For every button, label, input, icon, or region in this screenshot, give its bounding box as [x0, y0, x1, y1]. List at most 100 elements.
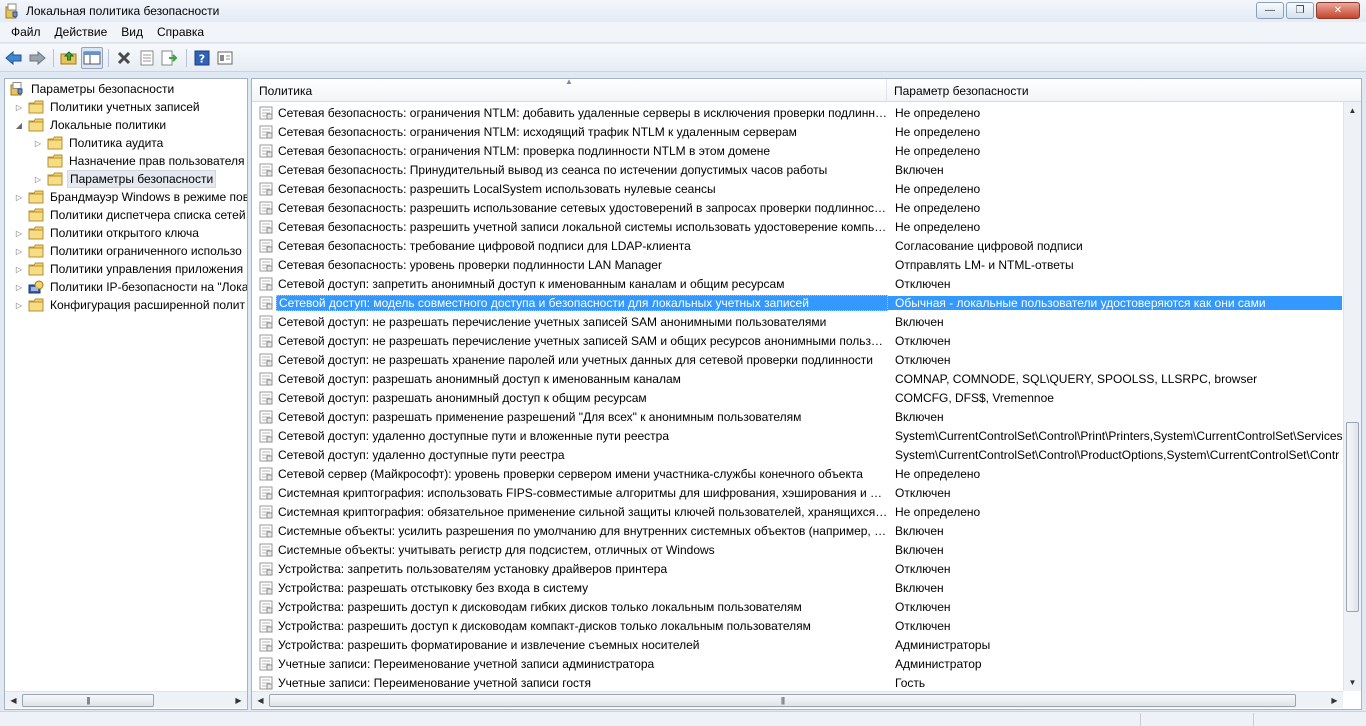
policy-icon	[252, 106, 276, 120]
delete-icon[interactable]	[113, 47, 135, 69]
column-header-policy[interactable]: ▲ Политика	[252, 79, 887, 102]
policy-name: Сетевой доступ: разрешать применение раз…	[278, 409, 802, 424]
table-row[interactable]: Сетевой доступ: разрешать применение раз…	[252, 407, 1342, 426]
table-row[interactable]: Сетевой доступ: разрешать анонимный дост…	[252, 369, 1342, 388]
scroll-right-arrow-icon[interactable]: ▶	[1326, 692, 1343, 709]
back-arrow-icon[interactable]	[3, 47, 25, 69]
export-icon[interactable]	[159, 47, 181, 69]
policy-setting: Отключен	[895, 276, 951, 291]
table-row[interactable]: Устройства: запретить пользователям уста…	[252, 559, 1342, 578]
expand-arrow-icon[interactable]: ▷	[14, 300, 24, 310]
expand-arrow-icon[interactable]: ▷	[33, 138, 43, 148]
policy-list-pane[interactable]: ▲ Политика Параметр безопасности Сетевая…	[251, 78, 1362, 710]
no-expander	[33, 156, 43, 166]
tree-item[interactable]: Параметры безопасности	[9, 80, 176, 98]
minimize-button[interactable]: —	[1256, 2, 1284, 19]
table-row[interactable]: Сетевая безопасность: Принудительный выв…	[252, 160, 1342, 179]
tree-item[interactable]: ▷ Параметры безопасности	[33, 170, 217, 188]
table-row[interactable]: Системная криптография: обязательное при…	[252, 502, 1342, 521]
up-folder-icon[interactable]	[58, 47, 80, 69]
table-row[interactable]: Сетевой доступ: удаленно доступные пути …	[252, 426, 1342, 445]
expand-arrow-icon[interactable]: ▷	[14, 282, 24, 292]
scroll-thumb[interactable]	[1346, 422, 1359, 612]
tree-item[interactable]: Политики диспетчера списка сетей	[14, 206, 247, 224]
scroll-down-arrow-icon[interactable]: ▼	[1344, 674, 1361, 691]
expand-arrow-icon[interactable]: ▷	[14, 264, 24, 274]
tree-pane[interactable]: Параметры безопасности ▷ Политики учетных …	[4, 78, 248, 710]
table-row[interactable]: Сетевой доступ: удаленно доступные пути …	[252, 445, 1342, 464]
show-hide-tree-icon[interactable]	[81, 46, 103, 69]
scroll-up-arrow-icon[interactable]: ▲	[1344, 102, 1361, 119]
table-row[interactable]: Сетевая безопасность: ограничения NTLM: …	[252, 122, 1342, 141]
menu-action[interactable]: Действие	[48, 22, 115, 42]
forward-arrow-icon[interactable]	[26, 47, 48, 69]
policy-name: Сетевой доступ: не разрешать перечислени…	[278, 314, 827, 329]
expand-arrow-icon[interactable]: ▷	[33, 174, 43, 184]
policy-setting: Администраторы	[895, 637, 991, 652]
scroll-thumb[interactable]: |||	[22, 693, 154, 707]
security-settings-icon	[9, 82, 29, 96]
table-row[interactable]: Устройства: разрешить доступ к дисковода…	[252, 597, 1342, 616]
expand-arrow-icon[interactable]: ▷	[14, 228, 24, 238]
tree-item[interactable]: Назначение прав пользователя	[33, 152, 247, 170]
tree-item[interactable]: ▷ Политика аудита	[33, 134, 165, 152]
close-button[interactable]: ✕	[1316, 2, 1360, 19]
tree-item[interactable]: ▷ Политики учетных записей	[14, 98, 202, 116]
tree-item[interactable]: ▷ Политики IP-безопасности на "Лока	[14, 278, 247, 296]
table-row[interactable]: Сетевая безопасность: разрешить учетной …	[252, 217, 1342, 236]
table-row[interactable]: Сетевая безопасность: уровень проверки п…	[252, 255, 1342, 274]
policy-name: Сетевой доступ: не разрешать хранение па…	[278, 352, 873, 367]
tree-item[interactable]: ▷ Политики ограниченного использо	[14, 242, 244, 260]
scroll-left-arrow-icon[interactable]: ◀	[252, 692, 269, 709]
table-row[interactable]: Сетевой доступ: модель совместного досту…	[252, 293, 1342, 312]
scroll-left-arrow-icon[interactable]: ◀	[5, 692, 22, 709]
tree-horizontal-scrollbar[interactable]: ◀ ||| ▶	[5, 691, 247, 708]
table-row[interactable]: Устройства: разрешить форматирование и и…	[252, 635, 1342, 654]
menu-file[interactable]: Файл	[4, 22, 48, 42]
table-row[interactable]: Сетевая безопасность: требование цифрово…	[252, 236, 1342, 255]
table-row[interactable]: Системная криптография: использовать FIP…	[252, 483, 1342, 502]
tree-item[interactable]: ▷ Политики открытого ключа	[14, 224, 201, 242]
collapse-arrow-icon[interactable]: ◢	[14, 120, 24, 130]
tree-item[interactable]: ▷ Политики управления приложения	[14, 260, 245, 278]
menu-help[interactable]: Справка	[150, 22, 211, 42]
table-row[interactable]: Сетевая безопасность: разрешить LocalSys…	[252, 179, 1342, 198]
table-row[interactable]: Устройства: разрешать отстыковку без вхо…	[252, 578, 1342, 597]
expand-arrow-icon[interactable]: ▷	[14, 102, 24, 112]
tree-item-label: Локальные политики	[50, 118, 167, 132]
expand-arrow-icon[interactable]: ▷	[14, 192, 24, 202]
policy-icon	[252, 562, 276, 576]
column-header-setting[interactable]: Параметр безопасности	[887, 79, 1361, 102]
folder-icon	[28, 118, 48, 132]
tree-item[interactable]: ▷ Конфигурация расширенной полит	[14, 296, 247, 314]
table-row[interactable]: Сетевая безопасность: разрешить использо…	[252, 198, 1342, 217]
policy-setting: Отключен	[895, 333, 951, 348]
table-row[interactable]: Устройства: разрешить доступ к дисковода…	[252, 616, 1342, 635]
table-row[interactable]: Системные объекты: учитывать регистр для…	[252, 540, 1342, 559]
scroll-thumb[interactable]: |||	[269, 693, 1296, 707]
tree-item[interactable]: ▷ Брандмауэр Windows в режиме пов	[14, 188, 247, 206]
table-row[interactable]: Сетевой доступ: не разрешать перечислени…	[252, 312, 1342, 331]
view-icon[interactable]	[214, 47, 236, 69]
policy-setting: Не определено	[895, 181, 981, 196]
table-row[interactable]: Сетевой доступ: разрешать анонимный дост…	[252, 388, 1342, 407]
list-vertical-scrollbar[interactable]: ▲ ▼	[1343, 102, 1361, 691]
table-row[interactable]: Сетевой доступ: не разрешать перечислени…	[252, 331, 1342, 350]
properties-icon[interactable]	[136, 47, 158, 69]
table-row[interactable]: Сетевая безопасность: ограничения NTLM: …	[252, 103, 1342, 122]
scroll-right-arrow-icon[interactable]: ▶	[230, 692, 247, 709]
menu-view[interactable]: Вид	[114, 22, 150, 42]
tree-item[interactable]: ◢ Локальные политики	[14, 116, 168, 134]
table-row[interactable]: Сетевой доступ: запретить анонимный дост…	[252, 274, 1342, 293]
table-row[interactable]: Сетевая безопасность: ограничения NTLM: …	[252, 141, 1342, 160]
table-row[interactable]: Системные объекты: усилить разрешения по…	[252, 521, 1342, 540]
table-row[interactable]: Сетевой сервер (Майкрософт): уровень про…	[252, 464, 1342, 483]
table-row[interactable]: Учетные записи: Переименование учетной з…	[252, 654, 1342, 673]
maximize-button[interactable]: ❐	[1286, 2, 1314, 19]
expand-arrow-icon[interactable]: ▷	[14, 246, 24, 256]
list-horizontal-scrollbar[interactable]: ◀ ||| ▶	[252, 691, 1343, 708]
help-icon[interactable]: ?	[191, 47, 213, 69]
table-row[interactable]: Сетевой доступ: не разрешать хранение па…	[252, 350, 1342, 369]
policy-name: Сетевая безопасность: требование цифрово…	[278, 238, 691, 253]
table-row[interactable]: Учетные записи: Переименование учетной з…	[252, 673, 1342, 692]
